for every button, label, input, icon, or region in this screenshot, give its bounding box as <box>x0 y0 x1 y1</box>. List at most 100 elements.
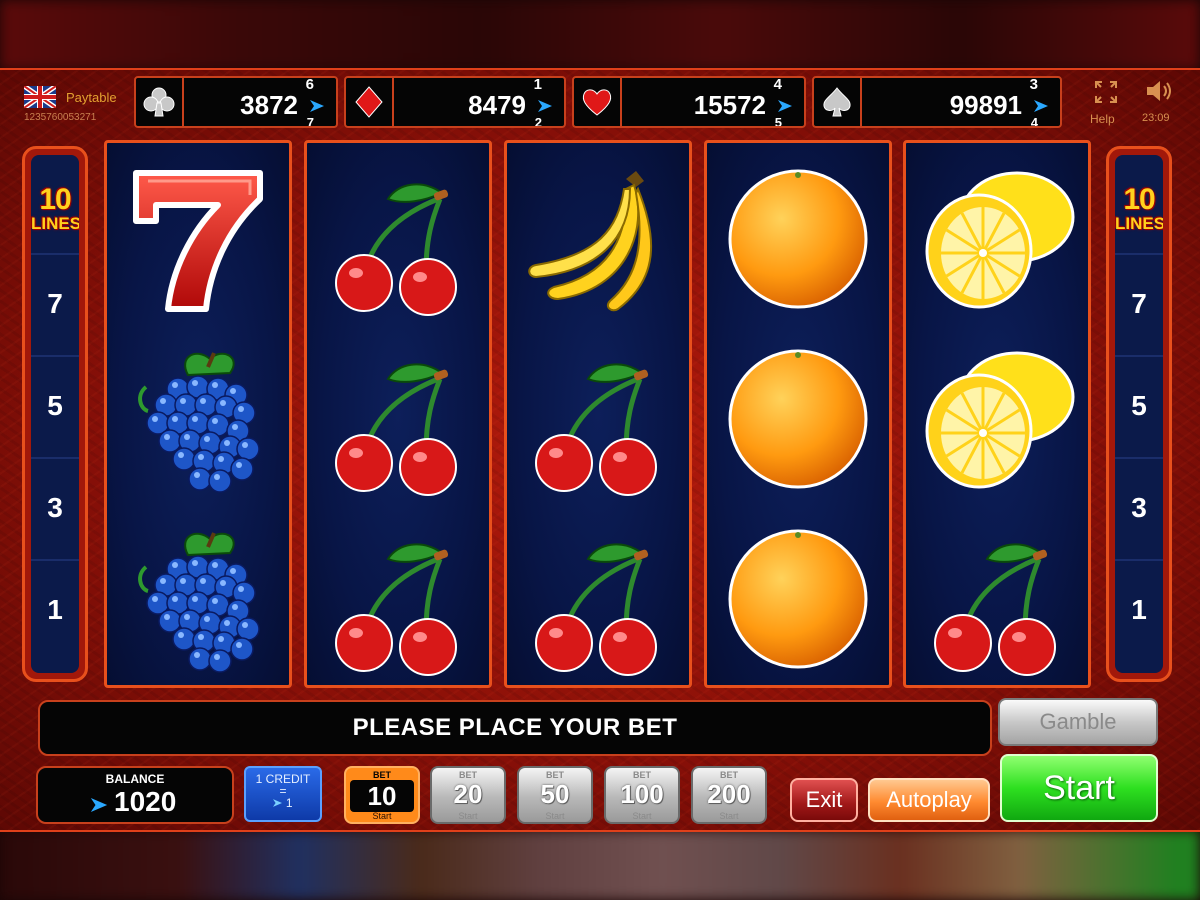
bet-value: 10 <box>350 780 414 812</box>
line-number: 7 <box>31 253 79 353</box>
cherry-symbol <box>906 509 1088 685</box>
autoplay-button[interactable]: Autoplay <box>868 778 990 822</box>
jackpot-spades: 3 99891 4 <box>812 76 1062 128</box>
jackpot-value: 3872 <box>240 90 298 120</box>
lines-badge[interactable]: 10 LINES <box>31 183 79 233</box>
pointer-icon <box>273 799 283 807</box>
line-number: 3 <box>31 457 79 557</box>
bet-50-button[interactable]: BET 50 Start <box>517 766 593 824</box>
jackpot-clubs: 6 3872 7 <box>134 76 338 128</box>
jackpot-rolling-digit-next: 2 <box>534 116 542 126</box>
lemon-icon <box>925 351 1075 489</box>
cherry-symbol <box>307 509 489 685</box>
pointer-icon <box>538 100 552 112</box>
grapes-symbol <box>107 509 289 685</box>
pointer-icon <box>310 100 324 112</box>
cherry-symbol <box>307 149 489 329</box>
pointer-icon <box>1034 100 1048 112</box>
sound-icon[interactable] <box>1144 78 1174 104</box>
line-number: 3 <box>1115 457 1163 557</box>
orange-icon <box>728 349 868 489</box>
gamble-button[interactable]: Gamble <box>998 698 1158 746</box>
bet-sub-label: Start <box>545 811 565 821</box>
orange-symbol <box>707 509 889 685</box>
grapes-symbol <box>107 329 289 509</box>
lines-label: LINES <box>31 214 79 233</box>
cherry-icon <box>535 363 657 496</box>
jackpot-value: 15572 <box>693 90 766 120</box>
bet-sub-label: Start <box>458 811 478 821</box>
reel-5 <box>903 140 1091 688</box>
status-message: PLEASE PLACE YOUR BET <box>38 700 992 756</box>
reel-4 <box>704 140 892 688</box>
cherry-symbol <box>507 329 689 509</box>
cherry-icon <box>335 183 457 316</box>
line-number: 5 <box>31 355 79 455</box>
cherry-symbol <box>507 509 689 685</box>
lines-count: 10 <box>1123 183 1155 216</box>
orange-icon <box>728 529 868 669</box>
banana-icon <box>528 171 653 312</box>
bet-20-button[interactable]: BET 20 Start <box>430 766 506 824</box>
lines-badge[interactable]: 10 LINES <box>1115 183 1163 233</box>
paytable-link[interactable]: Paytable <box>66 90 117 105</box>
banana-symbol <box>507 149 689 329</box>
balance-label: BALANCE <box>105 772 165 786</box>
balance-value: 1020 <box>114 786 177 817</box>
pointer-icon <box>778 100 792 112</box>
bet-200-button[interactable]: BET 200 Start <box>691 766 767 824</box>
credit-equals: = <box>279 784 287 798</box>
background-blur-top <box>0 0 1200 70</box>
right-lines-panel: 10 LINES 7 5 3 1 <box>1106 146 1172 682</box>
reel-3 <box>504 140 692 688</box>
exit-button[interactable]: Exit <box>790 778 858 822</box>
bet-value: 50 <box>540 779 570 809</box>
game-id: 1235760053271 <box>24 112 97 123</box>
left-lines-panel: 10 LINES 7 5 3 1 <box>22 146 88 682</box>
orange-symbol <box>707 149 889 329</box>
bet-sub-label: Start <box>632 811 652 821</box>
lemon-symbol <box>906 149 1088 329</box>
line-number: 1 <box>31 559 79 659</box>
jackpot-rolling-digit-next: 5 <box>774 116 782 126</box>
help-link[interactable]: Help <box>1090 112 1115 126</box>
jackpot-rolling-digit: 1 <box>533 76 542 93</box>
jackpot-value: 8479 <box>468 90 526 120</box>
bet-sub-label: Start <box>372 811 392 821</box>
cherry-icon <box>335 543 457 676</box>
lemon-icon <box>925 171 1075 309</box>
bet-value: 200 <box>707 779 751 809</box>
bet-value: 100 <box>620 779 664 809</box>
reel-1 <box>104 140 292 688</box>
jackpot-value: 99891 <box>949 90 1022 120</box>
line-number: 1 <box>1115 559 1163 659</box>
credit-value-button[interactable]: 1 CREDIT = 1 <box>244 766 322 822</box>
fullscreen-icon[interactable] <box>1094 80 1118 104</box>
slot-machine: Paytable 1235760053271 6 3872 7 1 8479 2… <box>0 68 1200 832</box>
jackpot-rolling-digit-next: 4 <box>1030 116 1038 126</box>
cherry-icon <box>335 363 457 496</box>
jackpot-rolling-digit-next: 7 <box>306 116 314 126</box>
grapes-icon <box>138 532 260 673</box>
bet-100-button[interactable]: BET 100 Start <box>604 766 680 824</box>
line-number: 5 <box>1115 355 1163 455</box>
uk-flag-icon[interactable] <box>24 86 56 108</box>
jackpot-diamonds: 1 8479 2 <box>344 76 566 128</box>
line-number: 7 <box>1115 253 1163 353</box>
jackpot-rolling-digit: 4 <box>773 76 782 93</box>
hearts-icon <box>574 78 622 126</box>
jackpot-rolling-digit: 6 <box>305 76 314 93</box>
bet-10-button[interactable]: BET 10 Start <box>344 766 420 824</box>
background-blur-bottom <box>0 830 1200 900</box>
lines-label: LINES <box>1115 214 1163 233</box>
bet-sub-label: Start <box>719 811 739 821</box>
credit-amount: 1 <box>246 796 320 810</box>
lines-count: 10 <box>39 183 71 216</box>
clock: 23:09 <box>1142 112 1170 124</box>
start-button[interactable]: Start <box>1000 754 1158 822</box>
jackpot-hearts: 4 15572 5 <box>572 76 806 128</box>
reel-2 <box>304 140 492 688</box>
clubs-icon <box>136 78 184 126</box>
orange-symbol <box>707 329 889 509</box>
seven-symbol <box>107 149 289 329</box>
